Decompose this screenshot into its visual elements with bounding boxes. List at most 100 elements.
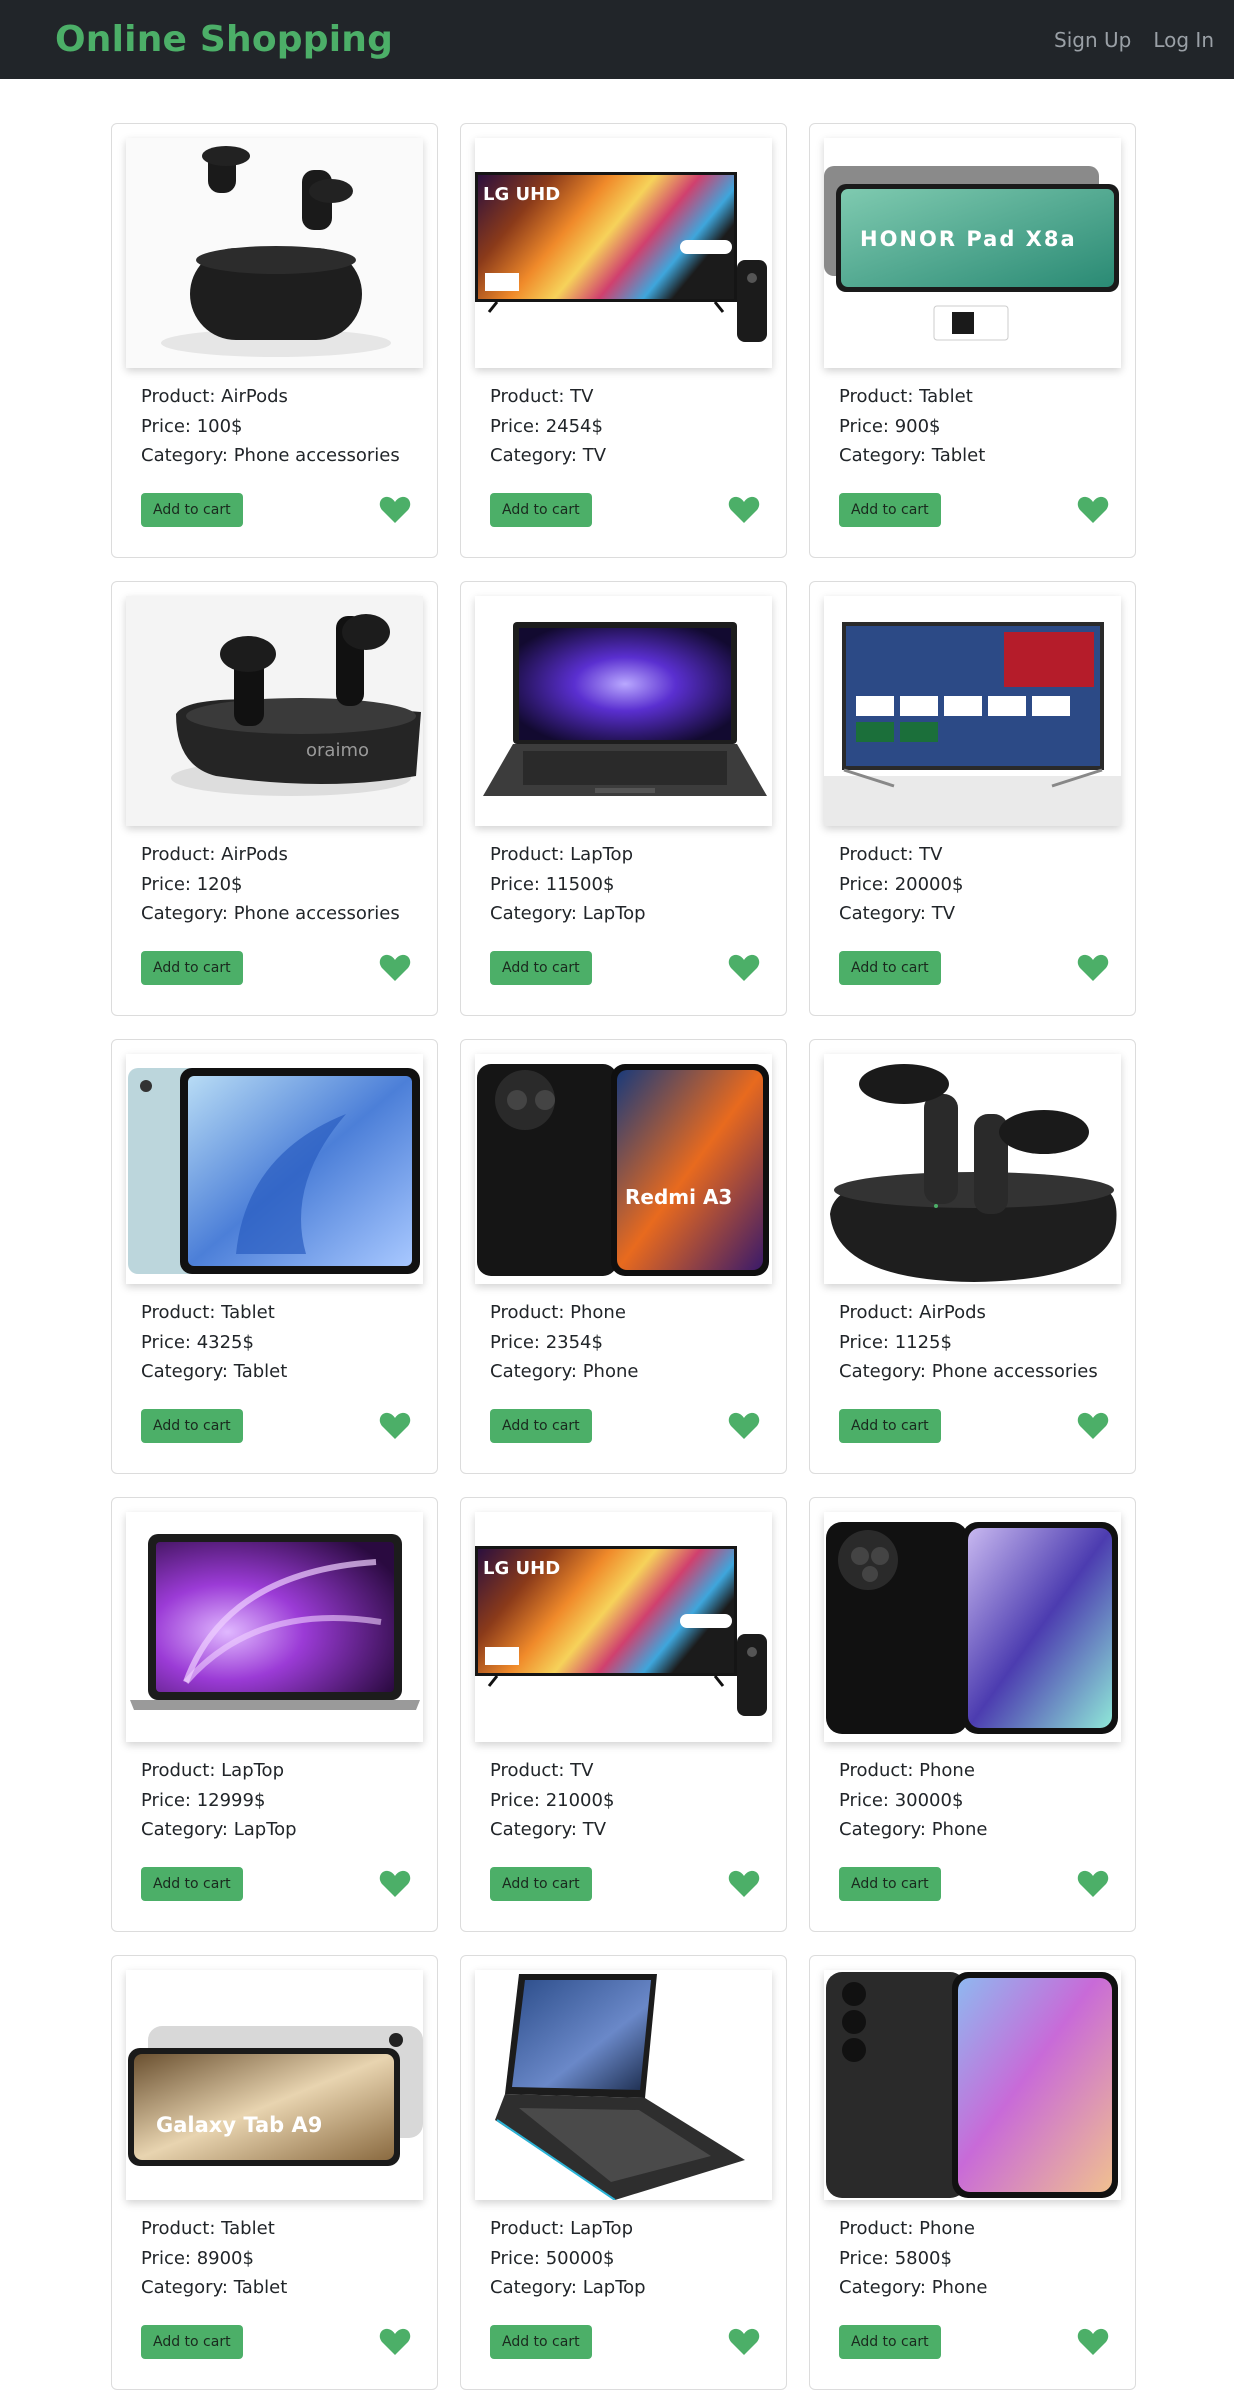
product-name-line: Product: AirPods	[141, 386, 288, 407]
product-name-line: Product: LapTop	[490, 2218, 633, 2239]
svg-text:Galaxy Tab A9: Galaxy Tab A9	[156, 2113, 322, 2137]
heart-icon[interactable]	[379, 954, 411, 982]
add-to-cart-button[interactable]: Add to cart	[839, 951, 941, 985]
product-category-line: Category: LapTop	[490, 903, 646, 924]
add-to-cart-button[interactable]: Add to cart	[141, 1867, 243, 1901]
heart-icon[interactable]	[379, 1870, 411, 1898]
heart-icon[interactable]	[728, 1412, 760, 1440]
product-name-line: Product: Phone	[839, 2218, 975, 2239]
heart-icon[interactable]	[728, 954, 760, 982]
product-category-line: Category: Tablet	[141, 1361, 288, 1382]
heart-icon[interactable]	[379, 2328, 411, 2356]
product-card: HONOR Pad X8a Product: Tablet Price: 900…	[809, 123, 1136, 558]
product-category-line: Category: TV	[839, 903, 956, 924]
svg-text:oraimo: oraimo	[306, 740, 369, 761]
product-card: LG UHD Product: TV Price: 2454$ Category…	[460, 123, 787, 558]
login-link[interactable]: Log In	[1153, 28, 1214, 52]
product-price-line: Price: 8900$	[141, 2247, 254, 2269]
add-to-cart-button[interactable]: Add to cart	[141, 2325, 243, 2359]
svg-text:HONOR Pad X8a: HONOR Pad X8a	[860, 227, 1077, 251]
add-to-cart-button[interactable]: Add to cart	[490, 1409, 592, 1443]
add-to-cart-button[interactable]: Add to cart	[490, 493, 592, 527]
product-image	[824, 1970, 1121, 2200]
add-to-cart-button[interactable]: Add to cart	[839, 1867, 941, 1901]
product-image	[824, 596, 1121, 826]
product-category-line: Category: LapTop	[490, 2277, 646, 2298]
heart-icon[interactable]	[379, 1412, 411, 1440]
product-name-line: Product: LapTop	[141, 1760, 284, 1781]
product-image: Redmi A3	[475, 1054, 772, 1284]
product-name-line: Product: TV	[490, 1760, 594, 1781]
product-image	[824, 1054, 1121, 1284]
product-price-line: Price: 12999$	[141, 1789, 266, 1811]
product-card: Redmi A3 Product: Phone Price: 2354$ Cat…	[460, 1039, 787, 1474]
product-category-line: Category: Phone	[839, 2277, 988, 2298]
add-to-cart-button[interactable]: Add to cart	[490, 2325, 592, 2359]
product-image: LG UHD	[475, 1512, 772, 1742]
heart-icon[interactable]	[728, 496, 760, 524]
product-card: Product: AirPods Price: 100$ Category: P…	[111, 123, 438, 558]
heart-icon[interactable]	[1077, 1870, 1109, 1898]
product-price-line: Price: 50000$	[490, 2247, 615, 2269]
product-image	[126, 1054, 423, 1284]
product-price-line: Price: 5800$	[839, 2247, 952, 2269]
product-price-line: Price: 120$	[141, 873, 243, 895]
add-to-cart-button[interactable]: Add to cart	[141, 951, 243, 985]
add-to-cart-button[interactable]: Add to cart	[839, 2325, 941, 2359]
heart-icon[interactable]	[1077, 1412, 1109, 1440]
product-name-line: Product: Tablet	[839, 386, 973, 407]
product-card: LG UHD Product: TV Price: 21000$ Categor…	[460, 1497, 787, 1932]
product-category-line: Category: TV	[490, 445, 607, 466]
product-image: LG UHD	[475, 138, 772, 368]
product-category-line: Category: Phone accessories	[141, 445, 400, 466]
heart-icon[interactable]	[1077, 954, 1109, 982]
add-to-cart-button[interactable]: Add to cart	[839, 1409, 941, 1443]
product-category-line: Category: Tablet	[141, 2277, 288, 2298]
add-to-cart-button[interactable]: Add to cart	[490, 1867, 592, 1901]
product-category-line: Category: Phone	[490, 1361, 639, 1382]
heart-icon[interactable]	[728, 2328, 760, 2356]
product-card: Product: Tablet Price: 4325$ Category: T…	[111, 1039, 438, 1474]
product-price-line: Price: 2354$	[490, 1331, 603, 1353]
navbar: Online Shopping Sign Up Log In	[0, 0, 1234, 79]
heart-icon[interactable]	[1077, 2328, 1109, 2356]
product-category-line: Category: LapTop	[141, 1819, 297, 1840]
product-price-line: Price: 30000$	[839, 1789, 964, 1811]
product-price-line: Price: 4325$	[141, 1331, 254, 1353]
product-card: Product: LapTop Price: 12999$ Category: …	[111, 1497, 438, 1932]
product-name-line: Product: TV	[839, 844, 943, 865]
product-image	[824, 1512, 1121, 1742]
product-category-line: Category: TV	[490, 1819, 607, 1840]
add-to-cart-button[interactable]: Add to cart	[141, 493, 243, 527]
product-card: Galaxy Tab A9 Product: Tablet Price: 890…	[111, 1955, 438, 2390]
product-price-line: Price: 20000$	[839, 873, 964, 895]
product-image: HONOR Pad X8a	[824, 138, 1121, 368]
product-image	[475, 596, 772, 826]
add-to-cart-button[interactable]: Add to cart	[490, 951, 592, 985]
product-card: oraimo Product: AirPods Price: 120$ Cate…	[111, 581, 438, 1016]
product-grid: Product: AirPods Price: 100$ Category: P…	[111, 123, 1137, 2390]
product-name-line: Product: Tablet	[141, 2218, 275, 2239]
product-name-line: Product: LapTop	[490, 844, 633, 865]
brand-title[interactable]: Online Shopping	[55, 19, 393, 60]
heart-icon[interactable]	[1077, 496, 1109, 524]
signup-link[interactable]: Sign Up	[1054, 28, 1131, 52]
product-card: Product: AirPods Price: 1125$ Category: …	[809, 1039, 1136, 1474]
heart-icon[interactable]	[379, 496, 411, 524]
product-image	[126, 138, 423, 368]
heart-icon[interactable]	[728, 1870, 760, 1898]
nav-links: Sign Up Log In	[1054, 28, 1214, 52]
product-card: Product: LapTop Price: 11500$ Category: …	[460, 581, 787, 1016]
product-category-line: Category: Phone accessories	[839, 1361, 1098, 1382]
product-price-line: Price: 100$	[141, 415, 243, 437]
product-image: Galaxy Tab A9	[126, 1970, 423, 2200]
add-to-cart-button[interactable]: Add to cart	[839, 493, 941, 527]
product-price-line: Price: 11500$	[490, 873, 615, 895]
product-category-line: Category: Phone accessories	[141, 903, 400, 924]
add-to-cart-button[interactable]: Add to cart	[141, 1409, 243, 1443]
product-category-line: Category: Tablet	[839, 445, 986, 466]
product-category-line: Category: Phone	[839, 1819, 988, 1840]
svg-text:Redmi A3: Redmi A3	[625, 1185, 732, 1209]
svg-text:LG UHD: LG UHD	[483, 184, 560, 205]
product-name-line: Product: TV	[490, 386, 594, 407]
